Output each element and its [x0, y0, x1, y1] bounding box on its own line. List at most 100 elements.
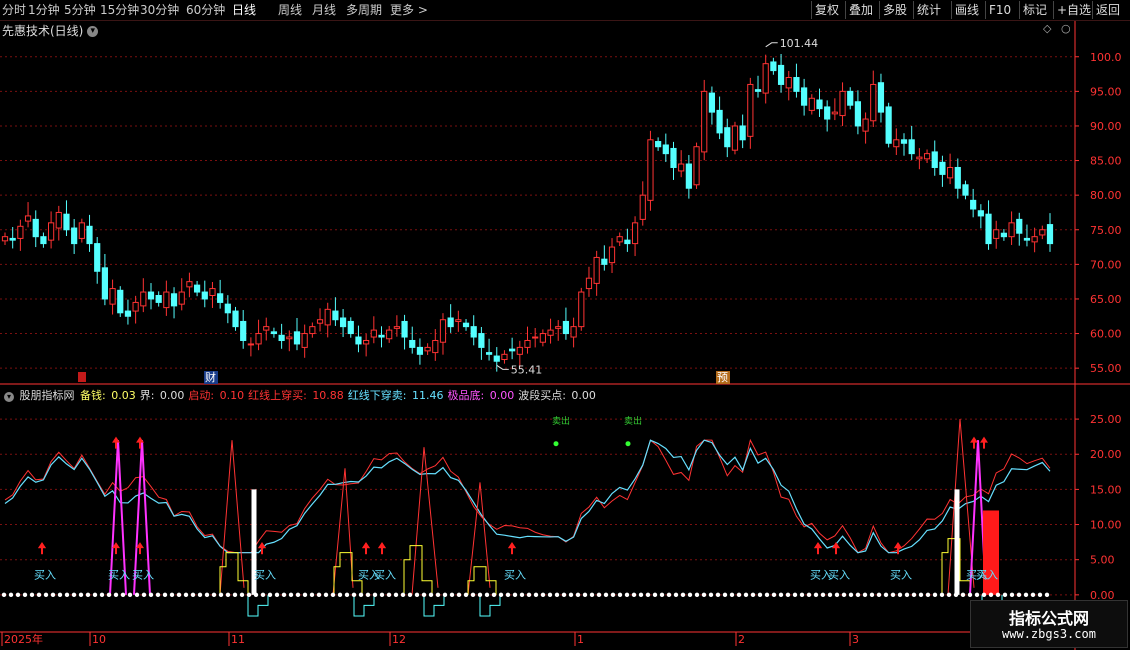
- candle-body[interactable]: [616, 236, 623, 243]
- candle-body[interactable]: [562, 320, 570, 335]
- candle-body[interactable]: [916, 156, 923, 160]
- chevron-down-icon[interactable]: ▾: [87, 26, 99, 37]
- candle-body[interactable]: [86, 225, 93, 245]
- candle-body[interactable]: [762, 63, 769, 94]
- candle-body[interactable]: [701, 90, 708, 153]
- candle-body[interactable]: [355, 336, 362, 345]
- candle-body[interactable]: [647, 139, 654, 201]
- candlestick-series[interactable]: [1, 53, 1054, 372]
- candle-body[interactable]: [547, 329, 554, 336]
- candle-body[interactable]: [578, 291, 585, 328]
- candle-body[interactable]: [447, 317, 454, 328]
- candle-body[interactable]: [301, 333, 308, 348]
- candle-body[interactable]: [839, 90, 846, 117]
- toolbar-button-3[interactable]: 统计: [913, 1, 944, 19]
- candle-body[interactable]: [954, 166, 961, 189]
- period-tab-4[interactable]: 30分钟: [140, 2, 179, 18]
- period-tab-10[interactable]: 更多 >: [390, 2, 428, 18]
- candle-body[interactable]: [263, 326, 270, 331]
- candle-body[interactable]: [470, 326, 477, 338]
- candle-body[interactable]: [386, 329, 393, 340]
- indicator-panel[interactable]: 买入 买入 买入 买入 买入买入 买入 买入买入 买入 买入买入卖出 卖出: [1, 415, 1051, 617]
- toolbar-button-1[interactable]: 叠加: [845, 1, 876, 19]
- candle-body[interactable]: [555, 326, 562, 329]
- toolbar-button-8[interactable]: 返回: [1092, 1, 1123, 19]
- candle-body[interactable]: [416, 346, 424, 355]
- candle-body[interactable]: [71, 227, 78, 245]
- candle-body[interactable]: [785, 77, 792, 89]
- candle-body[interactable]: [155, 295, 162, 303]
- candle-body[interactable]: [601, 258, 608, 265]
- candle-body[interactable]: [524, 339, 531, 348]
- candle-body[interactable]: [378, 334, 385, 338]
- candle-body[interactable]: [493, 355, 500, 362]
- toolbar-button-0[interactable]: 复权: [811, 1, 842, 19]
- candle-body[interactable]: [278, 334, 285, 341]
- candle-body[interactable]: [193, 284, 201, 293]
- candle-body[interactable]: [24, 215, 32, 222]
- candle-body[interactable]: [363, 339, 370, 345]
- candle-body[interactable]: [570, 326, 577, 338]
- candle-body[interactable]: [309, 326, 316, 335]
- candle-body[interactable]: [209, 288, 216, 296]
- candle-body[interactable]: [163, 291, 170, 309]
- candle-body[interactable]: [170, 293, 178, 307]
- candle-body[interactable]: [532, 336, 539, 339]
- period-tab-6[interactable]: 日线: [232, 2, 256, 18]
- candle-body[interactable]: [132, 301, 139, 312]
- candle-body[interactable]: [631, 222, 639, 245]
- candle-body[interactable]: [63, 213, 70, 231]
- candle-body[interactable]: [224, 303, 231, 314]
- candle-body[interactable]: [201, 291, 208, 300]
- candle-body[interactable]: [255, 333, 262, 345]
- candle-body[interactable]: [793, 77, 800, 92]
- candle-body[interactable]: [117, 289, 124, 314]
- candle-body[interactable]: [1039, 229, 1046, 236]
- candle-body[interactable]: [693, 146, 700, 186]
- candle-body[interactable]: [1008, 222, 1015, 238]
- candle-body[interactable]: [893, 139, 900, 148]
- toolbar-button-6[interactable]: 标记: [1019, 1, 1050, 19]
- candle-body[interactable]: [270, 331, 278, 335]
- candle-body[interactable]: [624, 239, 631, 245]
- candle-body[interactable]: [439, 319, 447, 343]
- candle-body[interactable]: [724, 127, 731, 148]
- candle-body[interactable]: [339, 317, 347, 328]
- candle-body[interactable]: [1046, 224, 1054, 245]
- candle-body[interactable]: [424, 346, 431, 352]
- candle-body[interactable]: [655, 141, 662, 148]
- candle-body[interactable]: [985, 213, 992, 245]
- candle-body[interactable]: [670, 147, 677, 168]
- candle-body[interactable]: [1016, 218, 1023, 234]
- candle-body[interactable]: [217, 293, 224, 303]
- candle-body[interactable]: [432, 339, 439, 354]
- candle-body[interactable]: [639, 194, 646, 220]
- event-marker[interactable]: [78, 372, 86, 382]
- candle-body[interactable]: [731, 125, 739, 151]
- candle-body[interactable]: [501, 353, 508, 361]
- candle-body[interactable]: [101, 267, 108, 300]
- candle-body[interactable]: [1000, 232, 1007, 238]
- candle-body[interactable]: [240, 320, 247, 341]
- settings-circle-icon[interactable]: ○: [1061, 22, 1071, 35]
- candle-body[interactable]: [977, 210, 984, 217]
- candle-body[interactable]: [970, 199, 977, 210]
- candle-body[interactable]: [608, 246, 616, 264]
- candle-body[interactable]: [32, 218, 39, 238]
- candle-body[interactable]: [1031, 236, 1038, 243]
- candle-body[interactable]: [509, 348, 516, 352]
- candle-body[interactable]: [347, 320, 354, 335]
- candle-body[interactable]: [585, 277, 593, 290]
- candle-body[interactable]: [685, 163, 692, 189]
- period-tab-7[interactable]: 周线: [278, 2, 302, 18]
- candle-body[interactable]: [332, 310, 339, 321]
- candle-body[interactable]: [747, 83, 754, 137]
- candle-body[interactable]: [877, 82, 885, 113]
- candle-body[interactable]: [48, 222, 55, 241]
- candle-body[interactable]: [286, 336, 293, 340]
- candle-body[interactable]: [847, 90, 854, 106]
- candle-body[interactable]: [17, 225, 24, 239]
- candle-body[interactable]: [147, 291, 155, 300]
- chevron-down-icon[interactable]: ▾: [4, 392, 14, 402]
- candle-body[interactable]: [593, 256, 600, 284]
